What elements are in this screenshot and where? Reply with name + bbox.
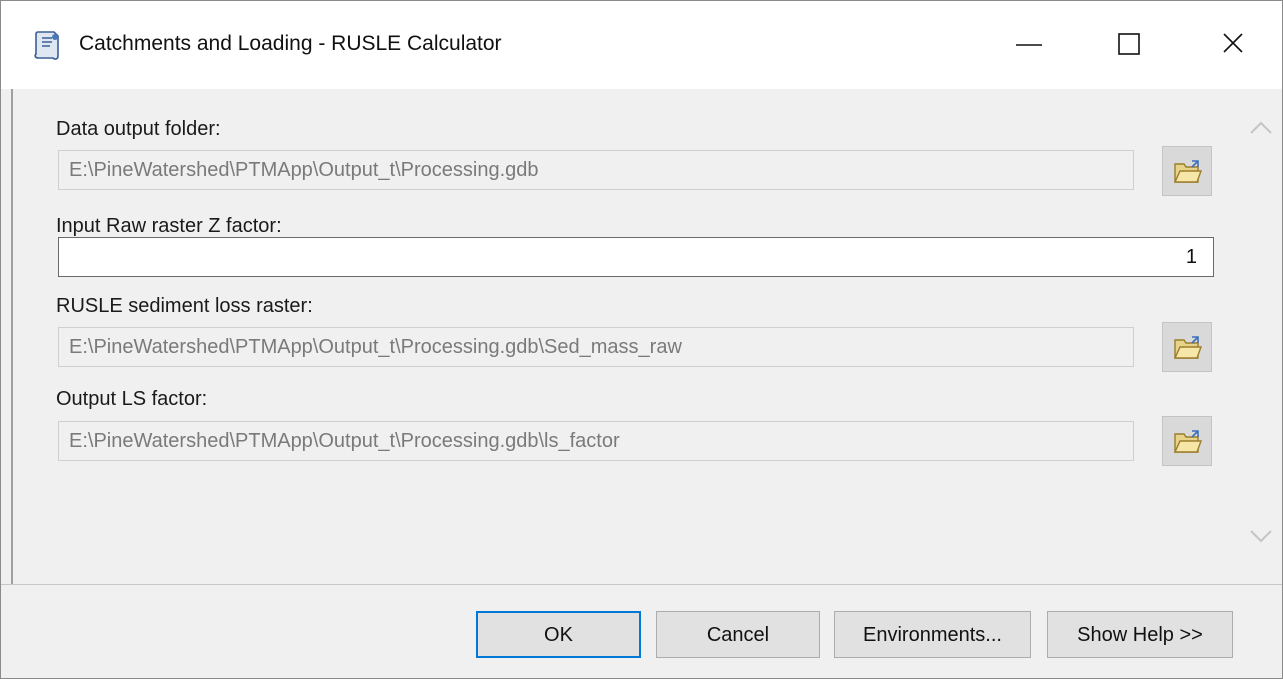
close-button[interactable]: [1198, 19, 1268, 71]
open-folder-icon: [1173, 160, 1202, 183]
maximize-button[interactable]: [1094, 19, 1164, 71]
maximize-icon: [1118, 33, 1140, 55]
open-folder-icon: [1173, 336, 1202, 359]
vertical-scrollbar[interactable]: [1239, 89, 1282, 584]
script-tool-icon: [32, 28, 62, 62]
minimize-button[interactable]: [994, 19, 1064, 71]
output-folder-label: Data output folder:: [56, 118, 221, 140]
dialog-window: Catchments and Loading - RUSLE Calculato…: [0, 0, 1283, 679]
minimize-icon: [1016, 44, 1042, 46]
ls-factor-field[interactable]: [58, 421, 1134, 461]
browse-ls-factor-button[interactable]: [1162, 416, 1212, 466]
window-title: Catchments and Loading - RUSLE Calculato…: [79, 32, 502, 55]
show-help-button[interactable]: Show Help >>: [1047, 611, 1233, 658]
cancel-button[interactable]: Cancel: [656, 611, 820, 658]
close-icon: [1223, 33, 1243, 53]
ls-factor-label: Output LS factor:: [56, 388, 208, 410]
sediment-loss-label: RUSLE sediment loss raster:: [56, 295, 313, 317]
browse-sediment-loss-button[interactable]: [1162, 322, 1212, 372]
sediment-loss-field[interactable]: [58, 327, 1134, 367]
browse-output-folder-button[interactable]: [1162, 146, 1212, 196]
title-bar[interactable]: Catchments and Loading - RUSLE Calculato…: [1, 1, 1282, 89]
environments-button[interactable]: Environments...: [834, 611, 1031, 658]
z-factor-label: Input Raw raster Z factor:: [56, 215, 282, 237]
open-folder-icon: [1173, 430, 1202, 453]
output-folder-field[interactable]: [58, 150, 1134, 190]
scroll-up-icon[interactable]: [1246, 113, 1276, 143]
ok-button[interactable]: OK: [476, 611, 641, 658]
button-bar-separator: [1, 584, 1282, 585]
z-factor-input[interactable]: [58, 237, 1214, 277]
scroll-down-icon[interactable]: [1246, 521, 1276, 551]
